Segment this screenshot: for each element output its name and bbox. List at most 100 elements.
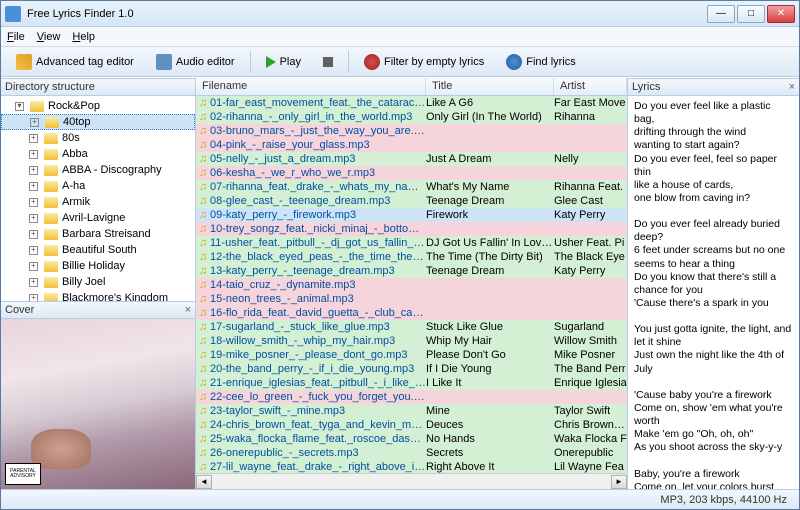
close-icon[interactable]: × (185, 304, 191, 316)
track-row[interactable]: ♫25-waka_flocka_flame_feat._roscoe_dash_… (196, 432, 627, 446)
track-row[interactable]: ♫12-the_black_eyed_peas_-_the_time_the_d… (196, 250, 627, 264)
music-note-icon: ♫ (196, 293, 210, 305)
track-row[interactable]: ♫10-trey_songz_feat._nicki_minaj_-_botto… (196, 222, 627, 236)
tree-item[interactable]: +80s (1, 130, 195, 146)
track-row[interactable]: ♫02-rihanna_-_only_girl_in_the_world.mp3… (196, 110, 627, 124)
tree-root[interactable]: ▾Rock&Pop (1, 98, 195, 114)
folder-icon (45, 117, 59, 128)
expand-icon[interactable]: + (29, 262, 38, 271)
track-row[interactable]: ♫13-katy_perry_-_teenage_dream.mp3Teenag… (196, 264, 627, 278)
tree-item[interactable]: +Beautiful South (1, 242, 195, 258)
track-row[interactable]: ♫14-taio_cruz_-_dynamite.mp3 (196, 278, 627, 292)
menu-file[interactable]: File (7, 31, 25, 43)
close-icon[interactable]: × (789, 81, 795, 93)
cell-filename: 23-taylor_swift_-_mine.mp3 (210, 405, 426, 417)
track-row[interactable]: ♫22-cee_lo_green_-_fuck_you_forget_you.m… (196, 390, 627, 404)
collapse-icon[interactable]: ▾ (15, 102, 24, 111)
track-row[interactable]: ♫08-glee_cast_-_teenage_dream.mp3Teenage… (196, 194, 627, 208)
music-note-icon: ♫ (196, 209, 210, 221)
tree-item[interactable]: +40top (1, 114, 195, 130)
track-row[interactable]: ♫05-nelly_-_just_a_dream.mp3Just A Dream… (196, 152, 627, 166)
track-row[interactable]: ♫20-the_band_perry_-_if_i_die_young.mp3I… (196, 362, 627, 376)
titlebar[interactable]: Free Lyrics Finder 1.0 — □ ✕ (1, 1, 799, 27)
find-lyrics-button[interactable]: Find lyrics (497, 50, 585, 74)
col-artist[interactable]: Artist (554, 78, 627, 95)
track-row[interactable]: ♫11-usher_feat._pitbull_-_dj_got_us_fall… (196, 236, 627, 250)
track-row[interactable]: ♫15-neon_trees_-_animal.mp3 (196, 292, 627, 306)
scroll-left-button[interactable]: ◄ (196, 475, 212, 489)
col-title[interactable]: Title (426, 78, 554, 95)
stop-button[interactable] (314, 50, 342, 74)
track-row[interactable]: ♫16-flo_rida_feat._david_guetta_-_club_c… (196, 306, 627, 320)
menu-view[interactable]: View (37, 31, 61, 43)
music-note-icon: ♫ (196, 237, 210, 249)
track-list[interactable]: ♫01-far_east_movement_feat._the_cataracs… (196, 96, 627, 473)
directory-tree[interactable]: ▾Rock&Pop+40top+80s+Abba+ABBA - Discogra… (1, 96, 195, 301)
maximize-button[interactable]: □ (737, 5, 765, 23)
tree-item[interactable]: +Billy Joel (1, 274, 195, 290)
cell-filename: 06-kesha_-_we_r_who_we_r.mp3 (210, 167, 426, 179)
close-button[interactable]: ✕ (767, 5, 795, 23)
app-icon (5, 6, 21, 22)
tree-item[interactable]: +Avril-Lavigne (1, 210, 195, 226)
parental-advisory-label: PARENTAL ADVISORY (5, 463, 41, 485)
scroll-right-button[interactable]: ► (611, 475, 627, 489)
tree-item[interactable]: +ABBA - Discography (1, 162, 195, 178)
cover-art: PARENTAL ADVISORY (1, 319, 195, 489)
tag-editor-button[interactable]: Advanced tag editor (7, 50, 143, 74)
cell-title: Only Girl (In The World) (426, 111, 554, 123)
expand-icon[interactable]: + (29, 150, 38, 159)
expand-icon[interactable]: + (29, 230, 38, 239)
track-row[interactable]: ♫24-chris_brown_feat._tyga_and_kevin_mcc… (196, 418, 627, 432)
col-filename[interactable]: Filename (196, 78, 426, 95)
filter-button[interactable]: Filter by empty lyrics (355, 50, 493, 74)
track-row[interactable]: ♫23-taylor_swift_-_mine.mp3MineTaylor Sw… (196, 404, 627, 418)
expand-icon[interactable]: + (29, 134, 38, 143)
expand-icon[interactable]: + (30, 118, 39, 127)
left-column: Directory structure ▾Rock&Pop+40top+80s+… (1, 78, 196, 489)
track-row[interactable]: ♫27-lil_wayne_feat._drake_-_right_above_… (196, 460, 627, 473)
cell-title: Whip My Hair (426, 335, 554, 347)
tree-item[interactable]: +Blackmore's Kingdom (1, 290, 195, 301)
expand-icon[interactable]: + (29, 182, 38, 191)
track-row[interactable]: ♫09-katy_perry_-_firework.mp3FireworkKat… (196, 208, 627, 222)
cell-title: Teenage Dream (426, 265, 554, 277)
expand-icon[interactable]: + (29, 166, 38, 175)
track-row[interactable]: ♫03-bruno_mars_-_just_the_way_you_are.mp… (196, 124, 627, 138)
status-text: MP3, 203 kbps, 44100 Hz (660, 494, 787, 506)
tree-item[interactable]: +A-ha (1, 178, 195, 194)
expand-icon[interactable]: + (29, 278, 38, 287)
audio-editor-button[interactable]: Audio editor (147, 50, 244, 74)
cell-title: Deuces (426, 419, 554, 431)
cell-artist: Katy Perry (554, 209, 627, 221)
track-row[interactable]: ♫26-onerepublic_-_secrets.mp3SecretsOner… (196, 446, 627, 460)
expand-icon[interactable]: + (29, 246, 38, 255)
filter-icon (364, 54, 380, 70)
cell-artist: Taylor Swift (554, 405, 627, 417)
track-row[interactable]: ♫07-rihanna_feat._drake_-_whats_my_name.… (196, 180, 627, 194)
expand-icon[interactable]: + (29, 214, 38, 223)
expand-icon[interactable]: + (29, 294, 38, 302)
main-area: Directory structure ▾Rock&Pop+40top+80s+… (1, 77, 799, 489)
track-row[interactable]: ♫19-mike_posner_-_please_dont_go.mp3Plea… (196, 348, 627, 362)
lyrics-text[interactable]: Do you ever feel like a plastic bag, dri… (628, 96, 799, 489)
expand-icon[interactable]: + (29, 198, 38, 207)
cell-artist: Far East Move (554, 97, 627, 109)
cell-title: I Like It (426, 377, 554, 389)
play-button[interactable]: Play (257, 50, 310, 74)
track-row[interactable]: ♫04-pink_-_raise_your_glass.mp3 (196, 138, 627, 152)
tree-item[interactable]: +Armik (1, 194, 195, 210)
track-row[interactable]: ♫21-enrique_iglesias_feat._pitbull_-_i_l… (196, 376, 627, 390)
track-row[interactable]: ♫18-willow_smith_-_whip_my_hair.mp3Whip … (196, 334, 627, 348)
track-row[interactable]: ♫06-kesha_-_we_r_who_we_r.mp3 (196, 166, 627, 180)
cell-title: Just A Dream (426, 153, 554, 165)
track-row[interactable]: ♫01-far_east_movement_feat._the_cataracs… (196, 96, 627, 110)
menu-help[interactable]: Help (72, 31, 95, 43)
tree-item[interactable]: +Billie Holiday (1, 258, 195, 274)
horizontal-scrollbar[interactable]: ◄ ► (196, 473, 627, 489)
tree-item[interactable]: +Abba (1, 146, 195, 162)
tree-item[interactable]: +Barbara Streisand (1, 226, 195, 242)
track-row[interactable]: ♫17-sugarland_-_stuck_like_glue.mp3Stuck… (196, 320, 627, 334)
track-list-panel: Filename Title Artist ♫01-far_east_movem… (196, 78, 627, 489)
minimize-button[interactable]: — (707, 5, 735, 23)
